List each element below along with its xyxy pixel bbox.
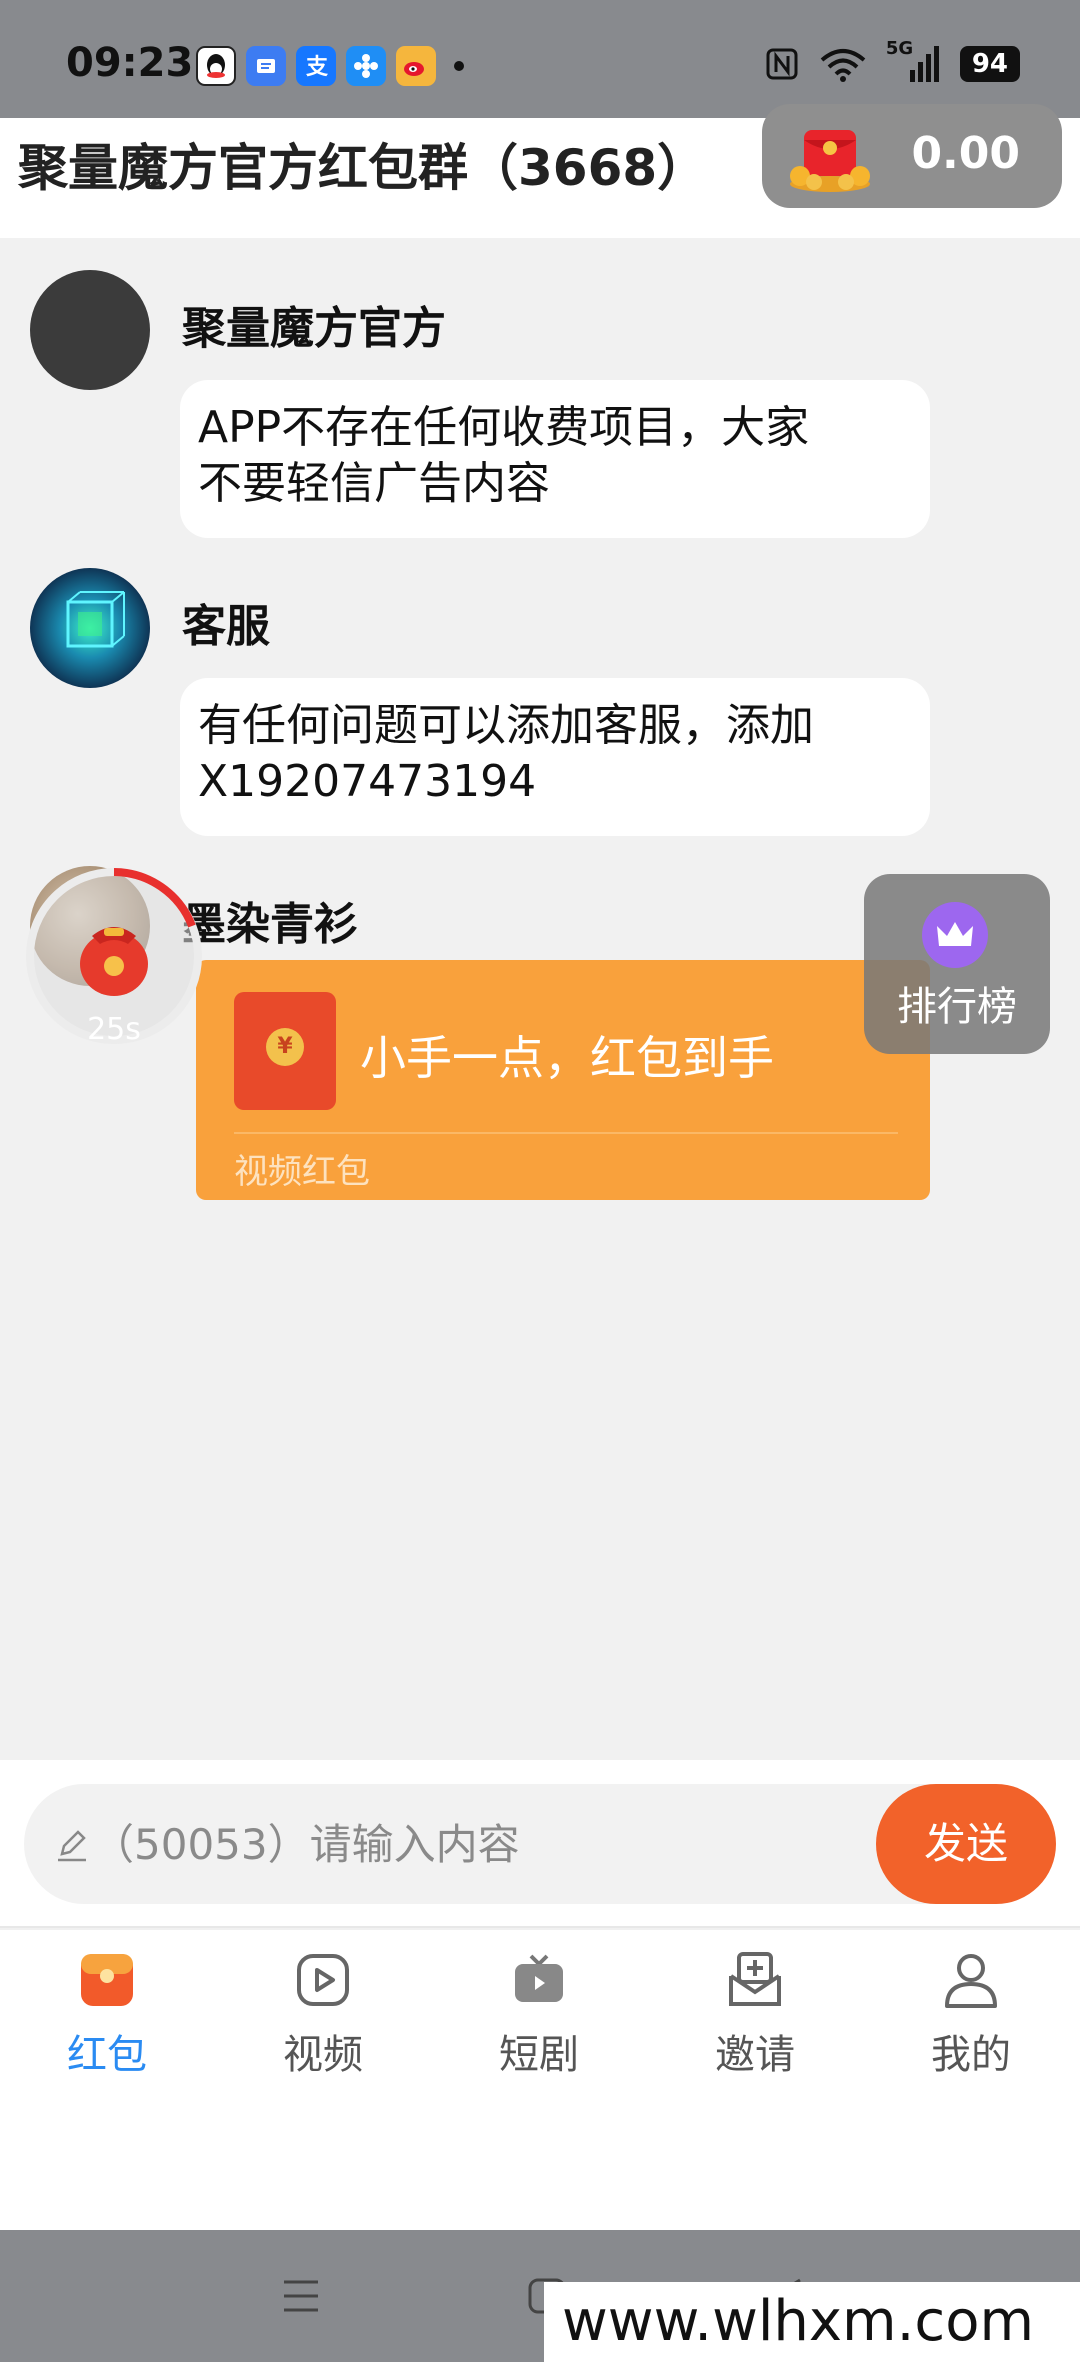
ranking-button[interactable]: 排行榜 [864, 874, 1050, 1054]
weibo-icon [396, 46, 436, 86]
red-envelope-coins-icon [790, 130, 870, 192]
send-button[interactable]: 发送 [876, 1784, 1056, 1904]
pinwheel-app-icon [346, 46, 386, 86]
crown-icon [922, 902, 988, 968]
network-type: 5G [885, 38, 914, 59]
tab-label: 视频 [283, 2032, 363, 2078]
signal-icon: 5G [886, 38, 942, 84]
tab-short-drama[interactable]: 短剧 [454, 1948, 624, 2098]
pencil-icon [58, 1830, 86, 1862]
message-composer: 发送 [0, 1760, 1080, 1928]
red-envelope-icon: ¥ [234, 992, 336, 1110]
message-text-line: 有任何问题可以添加客服，添加 [198, 700, 814, 751]
svg-text:支: 支 [306, 55, 329, 80]
tab-video[interactable]: 视频 [238, 1948, 408, 2098]
watermark: www.wlhxm.com [544, 2282, 1080, 2362]
status-time: 09:23 [66, 40, 194, 86]
notification-dot [454, 61, 464, 71]
tab-invite[interactable]: 邀请 [670, 1948, 840, 2098]
user-icon [945, 1954, 997, 2008]
red-packet-card[interactable]: ¥ 小手一点，红包到手 视频红包 [196, 960, 930, 1200]
red-packet-message: 小手一点，红包到手 [360, 1031, 774, 1085]
status-app-icons: 支 [196, 46, 464, 86]
avatar-official[interactable] [30, 270, 150, 390]
tab-red-packet[interactable]: 红包 [22, 1948, 192, 2098]
countdown-label: 25s [87, 1012, 141, 1047]
coin-icon: ¥ [266, 1028, 304, 1066]
battery-level: 94 [959, 46, 1020, 82]
wifi-icon [820, 49, 866, 82]
alipay-icon: 支 [296, 46, 336, 86]
ranking-label: 排行榜 [897, 984, 1017, 1030]
sender-name: 墨染青衫 [182, 899, 358, 950]
tab-label: 红包 [67, 2032, 147, 2078]
cube-graphic-icon [66, 591, 125, 648]
countdown-timer[interactable]: 25s [24, 866, 204, 1047]
sender-name: 客服 [182, 601, 270, 652]
avatar-customer-service[interactable] [30, 568, 150, 688]
tv-icon [515, 1954, 563, 2002]
nfc-icon [766, 48, 798, 80]
status-indicators: 5G 94 [764, 38, 1020, 84]
qq-icon [196, 46, 236, 86]
tab-label: 邀请 [715, 2032, 795, 2078]
message-text-line: 不要轻信广告内容 [198, 458, 550, 509]
message-bubble[interactable]: 有任何问题可以添加客服，添加 X19207473194 [180, 678, 930, 836]
invite-icon [729, 1952, 781, 2006]
balance-value: 0.00 [911, 128, 1020, 179]
mail-app-icon [246, 46, 286, 86]
menu-icon[interactable] [280, 2276, 322, 2316]
tab-me[interactable]: 我的 [886, 1948, 1056, 2098]
tab-label: 短剧 [499, 2032, 579, 2078]
status-bar: 09:23 支 5G 94 [0, 0, 1080, 118]
divider [234, 1132, 898, 1134]
bottom-tab-bar: 红包 视频 短剧 邀请 我的 [0, 1930, 1080, 2230]
message-input[interactable] [92, 1806, 892, 1882]
message-text-line: APP不存在任何收费项目，大家 [198, 402, 810, 453]
video-icon [297, 1954, 349, 2006]
red-packet-type: 视频红包 [234, 1152, 370, 1192]
red-packet-icon [81, 1954, 133, 2006]
group-title: 聚量魔方官方红包群（3668） [18, 139, 708, 197]
message-text-line: X19207473194 [198, 756, 537, 807]
balance-pill[interactable]: 0.00 [762, 104, 1062, 208]
sender-name: 聚量魔方官方 [182, 303, 446, 354]
tab-label: 我的 [931, 2032, 1011, 2078]
message-bubble[interactable]: APP不存在任何收费项目，大家 不要轻信广告内容 [180, 380, 930, 538]
